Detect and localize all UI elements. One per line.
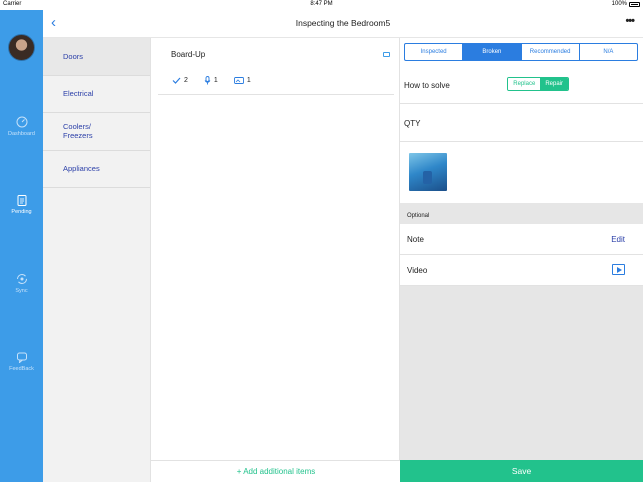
qty-row[interactable]: QTY: [400, 104, 643, 142]
category-item-doors[interactable]: Doors: [43, 38, 150, 76]
tab-inspected[interactable]: Inspected: [405, 44, 464, 60]
optional-section-label: Optional: [407, 213, 430, 219]
item-list-panel: Board-Up 2 1 1 + Add additional items: [150, 38, 401, 482]
how-to-solve-label: How to solve: [404, 81, 450, 90]
tab-recommended[interactable]: Recommended: [522, 44, 580, 60]
clock: 8:47 PM: [310, 1, 333, 7]
more-options-icon[interactable]: •••: [625, 15, 635, 27]
note-label: Note: [407, 235, 424, 244]
battery-icon: [629, 1, 640, 7]
rail-item-label: FeedBack: [9, 366, 34, 372]
side-rail: Dashboard Pending Sync FeedBack: [0, 10, 43, 482]
category-item-appliances[interactable]: Appliances: [43, 151, 150, 188]
voice-count: 1: [204, 76, 218, 85]
edit-note-link[interactable]: Edit: [611, 235, 625, 244]
solve-method-toggle: Replace Repair: [507, 77, 569, 91]
photo-indicator-icon: [383, 52, 390, 57]
rail-item-feedback[interactable]: FeedBack: [0, 351, 43, 372]
tab-broken[interactable]: Broken: [463, 44, 522, 60]
video-play-icon[interactable]: [612, 264, 625, 275]
rail-item-label: Sync: [15, 288, 28, 294]
rail-item-dashboard[interactable]: Dashboard: [0, 116, 43, 137]
battery-percent: 100%: [611, 1, 627, 7]
photo-thumbnail[interactable]: [409, 153, 447, 191]
top-header: ‹ Inspecting the Bedroom5 •••: [43, 10, 643, 38]
qty-label: QTY: [404, 119, 421, 128]
avatar[interactable]: [8, 34, 35, 61]
microphone-icon: [204, 76, 211, 85]
rail-item-sync[interactable]: Sync: [0, 273, 43, 294]
item-card[interactable]: Board-Up 2 1 1: [158, 38, 394, 95]
check-count: 2: [172, 76, 188, 85]
item-stats: 2 1 1: [172, 76, 251, 85]
voice-count-value: 1: [213, 77, 218, 84]
category-item-electrical[interactable]: Electrical: [43, 76, 150, 113]
photo-count-value: 1: [246, 77, 251, 84]
rail-item-label: Dashboard: [8, 131, 35, 137]
dashboard-icon: [16, 116, 27, 128]
status-bar: Carrier 8:47 PM 100%: [0, 0, 643, 10]
check-count-value: 2: [184, 77, 188, 84]
replace-option[interactable]: Replace: [508, 78, 541, 90]
category-list: Doors Electrical Coolers/ Freezers Appli…: [43, 38, 150, 482]
detail-panel: Inspected Broken Recommended N/A How to …: [400, 38, 643, 482]
page-title: Inspecting the Bedroom5: [295, 18, 391, 28]
item-title: Board-Up: [171, 50, 206, 59]
rail-item-label: Pending: [11, 209, 32, 215]
repair-option[interactable]: Repair: [540, 78, 568, 90]
battery-indicator: 100%: [612, 1, 640, 7]
save-button[interactable]: Save: [400, 460, 643, 482]
rail-item-pending[interactable]: Pending: [0, 194, 43, 215]
video-row: Video: [400, 255, 643, 286]
video-label: Video: [407, 266, 428, 275]
photo-icon: [233, 77, 244, 84]
sync-icon: [16, 274, 27, 284]
category-item-coolers-freezers[interactable]: Coolers/ Freezers: [43, 113, 150, 151]
checkmark-icon: [172, 77, 181, 84]
feedback-icon: [16, 352, 27, 363]
add-additional-items-button[interactable]: + Add additional items: [151, 460, 401, 482]
note-row: Note Edit: [400, 224, 643, 255]
status-segmented-control: Inspected Broken Recommended N/A: [404, 43, 638, 61]
tab-not-applicable[interactable]: N/A: [580, 44, 637, 60]
photo-count: 1: [233, 76, 251, 85]
clipboard-icon: [17, 195, 26, 206]
